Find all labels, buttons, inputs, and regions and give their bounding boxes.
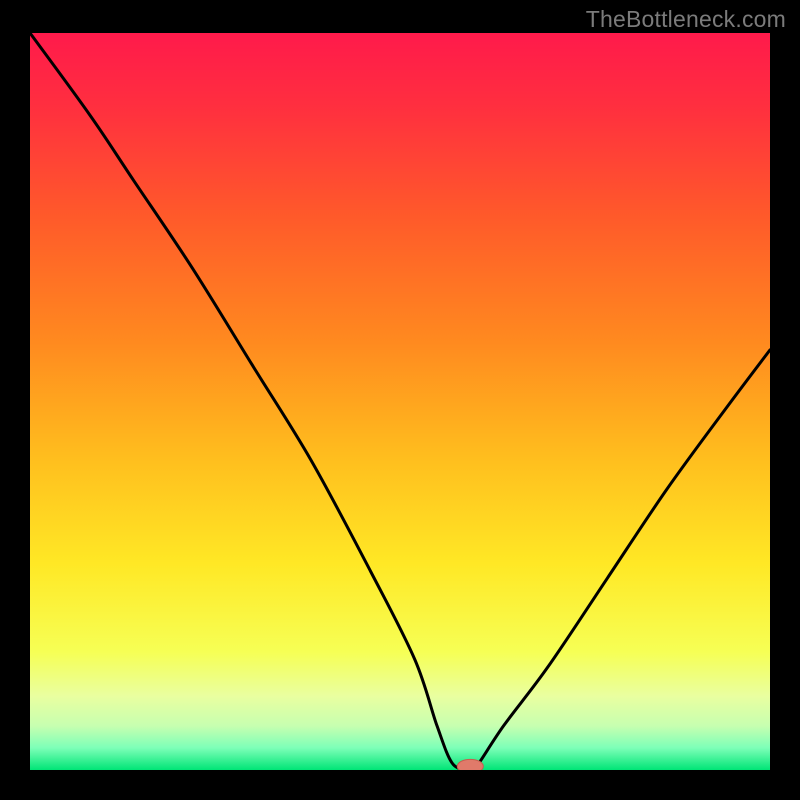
chart-frame: TheBottleneck.com [0,0,800,800]
bottleneck-chart [0,0,800,800]
optimum-marker [457,759,483,773]
watermark: TheBottleneck.com [586,6,786,33]
plot-background [30,33,770,770]
